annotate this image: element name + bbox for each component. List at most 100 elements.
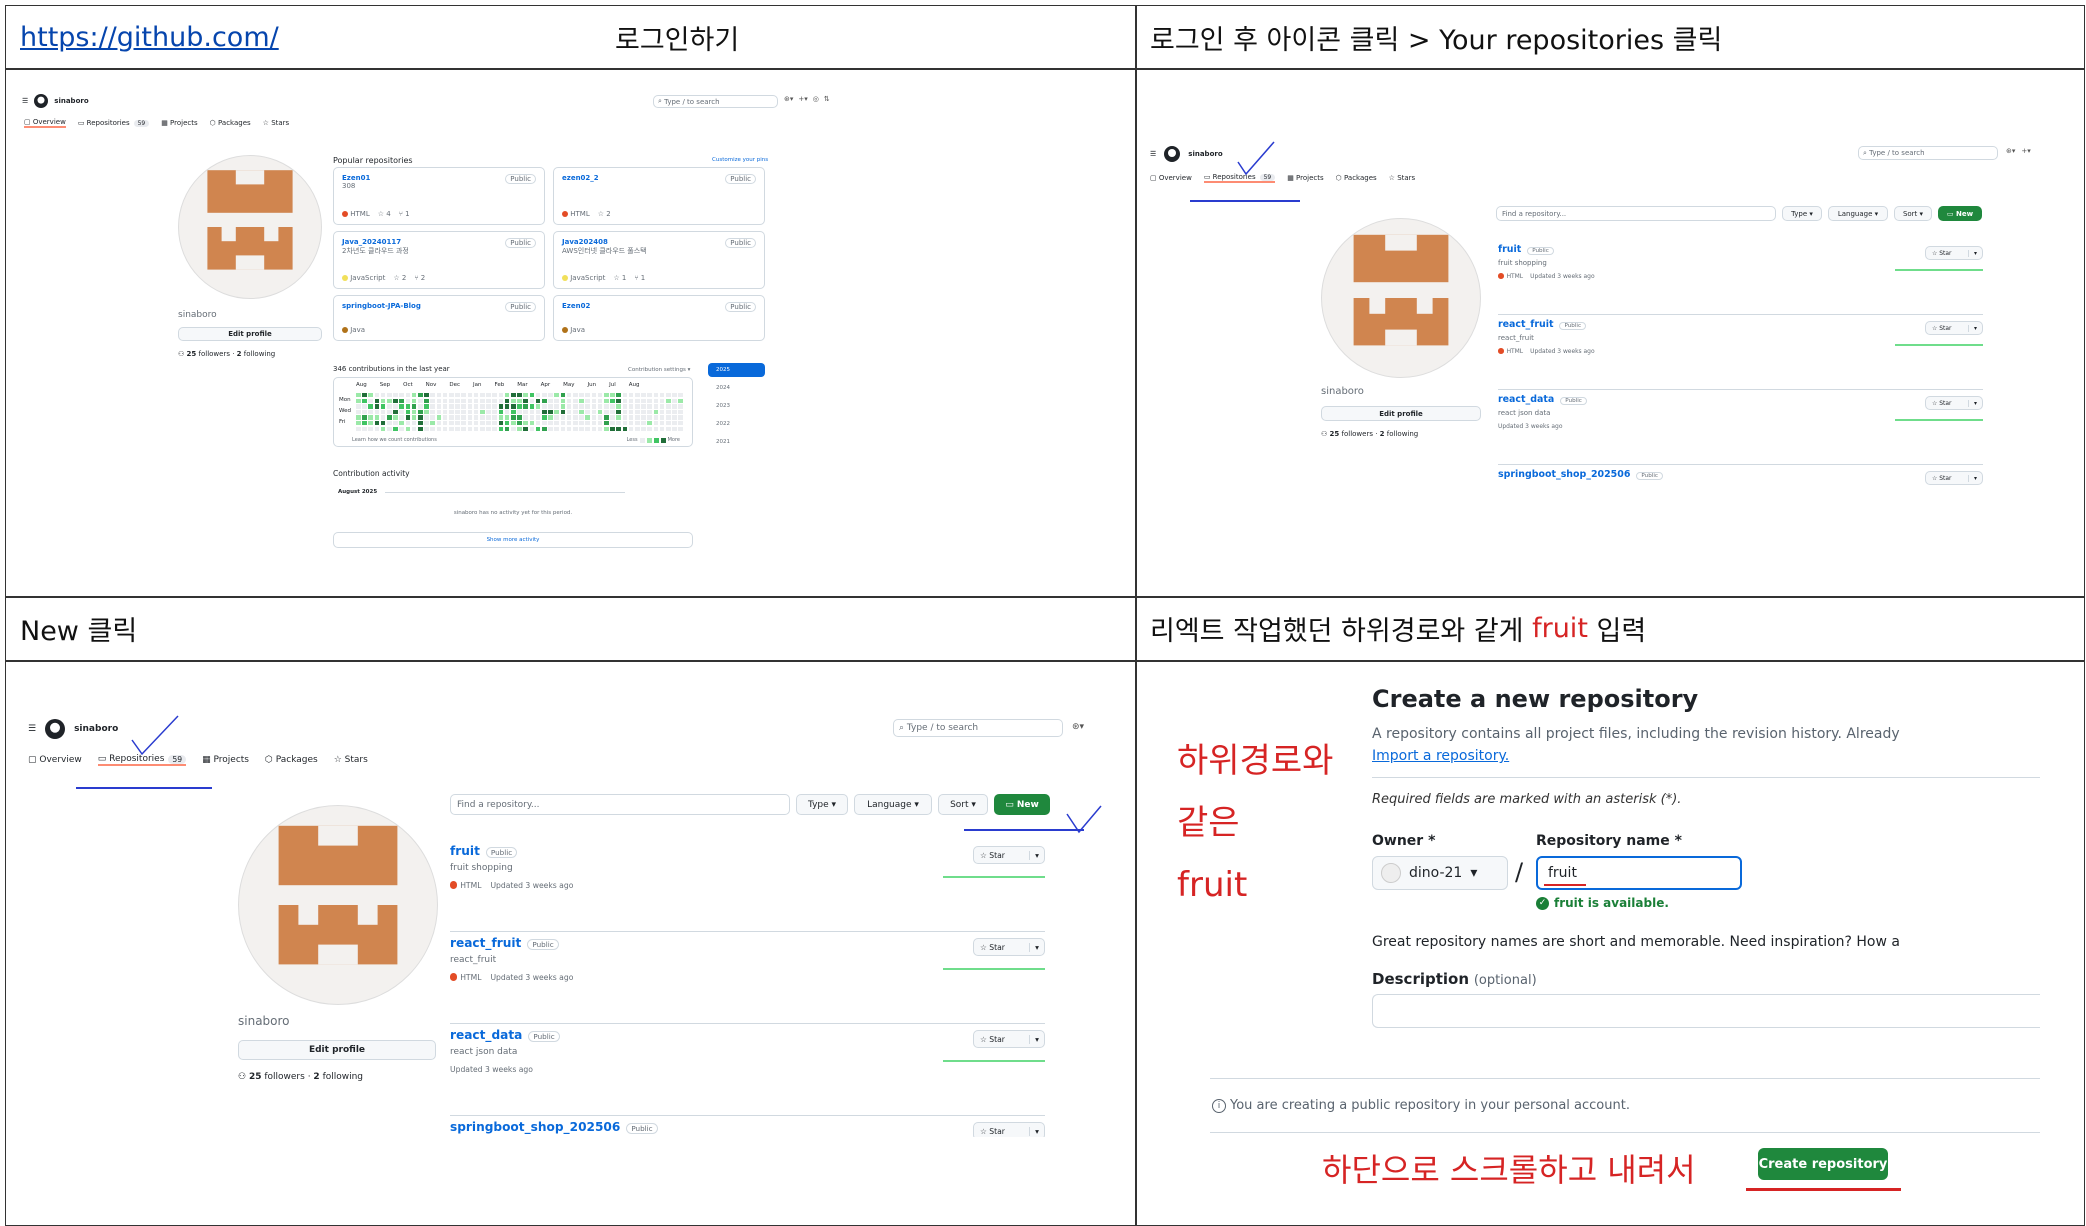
search-input[interactable]: ⌕ Type / to search <box>1858 146 1998 160</box>
language-dropdown[interactable]: Language ▾ <box>1828 206 1888 221</box>
year-item[interactable]: 2022 <box>708 421 765 427</box>
owner-select[interactable]: dino-21 ▾ <box>1372 856 1508 890</box>
heatmap-cell <box>473 426 479 431</box>
edit-profile-button[interactable]: Edit profile <box>178 327 322 341</box>
github-logo-icon[interactable] <box>1164 146 1181 162</box>
sort-dropdown[interactable]: Sort ▾ <box>1894 206 1932 221</box>
tab-stars[interactable]: ☆ Stars <box>263 118 290 128</box>
plus-icon[interactable]: +▾ <box>798 95 807 103</box>
tab-packages[interactable]: ⬡ Packages <box>210 118 251 128</box>
github-link[interactable]: https://github.com/ <box>20 22 279 53</box>
avatar[interactable] <box>238 805 438 1005</box>
edit-profile-button[interactable]: Edit profile <box>238 1040 436 1060</box>
pinned-card[interactable]: Java_20240117 Public 2차년도 클라우드 과정 JavaScri… <box>333 231 545 289</box>
show-more-button[interactable]: Show more activity <box>333 532 693 548</box>
chevron-down-icon[interactable]: ▾ <box>1968 249 1982 257</box>
star-button[interactable]: ☆ Star ▾ <box>973 938 1045 956</box>
chevron-down-icon[interactable]: ▾ <box>1029 942 1044 952</box>
repo-name-link[interactable]: fruit Public <box>1498 244 1983 255</box>
repo-name-link[interactable]: react_fruit Public <box>1498 319 1983 330</box>
language-dropdown[interactable]: Language ▾ <box>854 794 932 815</box>
tab-projects[interactable]: ▦ Projects <box>1287 173 1323 183</box>
month-label: Apr <box>540 382 551 388</box>
find-repo-input[interactable]: Find a repository... <box>450 794 790 815</box>
avatar[interactable] <box>178 155 322 299</box>
avatar[interactable] <box>1321 218 1481 378</box>
copilot-icon[interactable]: ⊛▾ <box>784 95 793 103</box>
heatmap-cell <box>666 398 671 403</box>
plus-icon[interactable]: +▾ <box>2021 147 2030 155</box>
sort-dropdown[interactable]: Sort ▾ <box>938 794 988 815</box>
pinned-card[interactable]: springboot-JPA-Blog Public Java <box>333 295 545 341</box>
import-link[interactable]: Import a repository. <box>1372 748 1509 764</box>
edit-profile-button[interactable]: Edit profile <box>1321 406 1481 421</box>
type-dropdown[interactable]: Type ▾ <box>796 794 848 815</box>
repo-name-link[interactable]: springboot_shop_202506 Public <box>1498 469 1983 480</box>
chevron-down-icon[interactable]: ▾ <box>1968 324 1982 332</box>
tab-overview[interactable]: ▢ Overview <box>28 754 82 766</box>
star-button[interactable]: ☆ Star ▾ <box>973 846 1045 864</box>
github-logo-icon[interactable] <box>45 719 66 739</box>
customize-pins-link[interactable]: Customize your pins <box>712 157 768 163</box>
year-item[interactable]: 2024 <box>708 385 765 391</box>
github-logo-icon[interactable] <box>34 94 49 108</box>
chevron-down-icon[interactable]: ▾ <box>1029 850 1044 860</box>
menu-icon[interactable]: ☰ <box>1150 150 1156 158</box>
repo-meta: HTML Updated 3 weeks ago <box>450 881 1045 890</box>
repo-name-link[interactable]: springboot_shop_202506 Public <box>450 1120 1045 1134</box>
repo-name-link[interactable]: react_fruit Public <box>450 936 1045 950</box>
year-item[interactable]: 2021 <box>708 439 765 445</box>
tab-overview[interactable]: ▢ Overview <box>1150 173 1192 183</box>
gh-username[interactable]: sinaboro <box>74 724 118 734</box>
star-button[interactable]: ☆ Star ▾ <box>1925 396 1983 410</box>
menu-icon[interactable]: ☰ <box>22 97 28 105</box>
new-repo-button[interactable]: ▭ New <box>994 794 1050 815</box>
chevron-down-icon[interactable]: ▾ <box>1968 399 1982 407</box>
star-button[interactable]: ☆ Star ▾ <box>1925 321 1983 335</box>
tab-stars[interactable]: ☆ Stars <box>334 754 368 766</box>
tab-packages[interactable]: ⬡ Packages <box>265 754 318 766</box>
tab-stars[interactable]: ☆ Stars <box>1389 173 1416 183</box>
chevron-down-icon[interactable]: ▾ <box>1968 474 1982 482</box>
heatmap-cell <box>368 393 373 398</box>
star-button[interactable]: ☆ Star ▾ <box>1925 471 1983 485</box>
pinned-card[interactable]: Ezen02 Public Java <box>553 295 765 341</box>
tab-packages[interactable]: ⬡ Packages <box>1336 173 1377 183</box>
heatmap-cell <box>666 421 671 426</box>
pr-icon[interactable]: ⇅ <box>824 95 830 103</box>
type-dropdown[interactable]: Type ▾ <box>1782 206 1822 221</box>
gh-username[interactable]: sinaboro <box>54 97 88 105</box>
tab-projects[interactable]: ▦ Projects <box>202 754 249 766</box>
pinned-card[interactable]: Ezen01 Public 308 HTML ☆ 4 ⑂ 1 <box>333 167 545 225</box>
search-input[interactable]: ⌕ Type / to search <box>893 719 1063 737</box>
year-item[interactable]: 2025 <box>708 363 765 377</box>
search-input[interactable]: ⌕ Type / to search <box>653 95 778 108</box>
repo-name-link[interactable]: fruit Public <box>450 844 1045 858</box>
new-repo-button[interactable]: ▭ New <box>1938 206 1982 221</box>
pinned-card[interactable]: Java202408 Public AWS인터넷 클라우드 풀스택 JavaScri… <box>553 231 765 289</box>
year-item[interactable]: 2023 <box>708 403 765 409</box>
repo-filter-bar: Find a repository... Type ▾ Language ▾ S… <box>1496 206 1982 221</box>
chevron-down-icon[interactable]: ▾ <box>1029 1034 1044 1044</box>
menu-icon[interactable]: ☰ <box>28 724 36 734</box>
star-button[interactable]: ☆ Star ▾ <box>973 1122 1045 1137</box>
pinned-card[interactable]: ezen02_2 Public HTML ☆ 2 <box>553 167 765 225</box>
description-input[interactable] <box>1372 994 2040 1028</box>
heatmap-cell <box>455 404 460 409</box>
repo-name-link[interactable]: react_data Public <box>450 1028 1045 1042</box>
repo-name-link[interactable]: react_data Public <box>1498 394 1983 405</box>
star-button[interactable]: ☆ Star ▾ <box>973 1030 1045 1048</box>
chevron-down-icon[interactable]: ▾ <box>1029 1126 1044 1136</box>
tab-repositories[interactable]: ▭ Repositories 59 <box>78 118 150 128</box>
contrib-settings[interactable]: Contribution settings ▾ <box>628 367 690 373</box>
find-repo-input[interactable]: Find a repository... <box>1496 206 1776 221</box>
create-repository-button[interactable]: Create repository <box>1758 1148 1888 1180</box>
copilot-icon[interactable]: ⊛▾ <box>1072 722 1084 732</box>
tab-projects[interactable]: ▦ Projects <box>161 118 197 128</box>
gh-username[interactable]: sinaboro <box>1188 150 1222 158</box>
copilot-icon[interactable]: ⊛▾ <box>2006 147 2015 155</box>
star-button[interactable]: ☆ Star ▾ <box>1925 246 1983 260</box>
learn-link[interactable]: Learn how we count contributions <box>352 437 437 443</box>
issues-icon[interactable]: ◎ <box>813 95 819 103</box>
tab-overview[interactable]: ▢ Overview <box>24 118 66 128</box>
